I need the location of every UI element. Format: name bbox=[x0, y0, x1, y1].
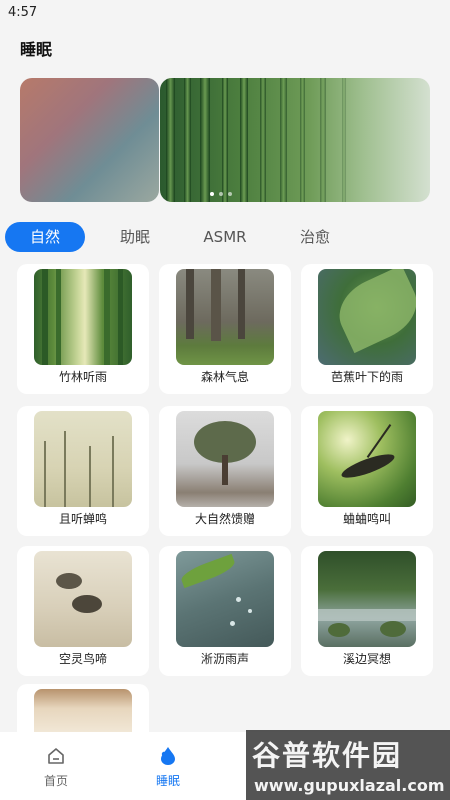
sound-card-bamboo-rain[interactable]: 竹林听雨 bbox=[17, 264, 149, 394]
thumbnail-image bbox=[318, 551, 416, 647]
thumbnail-image bbox=[34, 269, 132, 365]
watermark-logo-text: 谷普软件园 bbox=[252, 739, 403, 772]
thumbnail-image bbox=[176, 269, 274, 365]
sound-card-partial[interactable] bbox=[17, 684, 149, 732]
card-label: 竹林听雨 bbox=[58, 370, 107, 384]
sound-card-nature-gift[interactable]: 大自然馈赠 bbox=[159, 406, 291, 536]
sound-card-cicada[interactable]: 且听蝉鸣 bbox=[17, 406, 149, 536]
tab-sleep-aid[interactable]: 助眠 bbox=[95, 222, 175, 252]
banner-carousel[interactable] bbox=[20, 78, 430, 202]
card-label: 大自然馈赠 bbox=[194, 512, 255, 526]
sound-card-forest[interactable]: 森林气息 bbox=[159, 264, 291, 394]
nav-label-sleep: 睡眠 bbox=[155, 774, 180, 788]
thumbnail-image bbox=[176, 551, 274, 647]
carousel-dot bbox=[228, 192, 232, 196]
category-tabs: 自然 助眠 ASMR 治愈 bbox=[5, 222, 445, 252]
thumbnail-image bbox=[34, 551, 132, 647]
card-label: 淅沥雨声 bbox=[200, 652, 249, 666]
home-icon bbox=[46, 746, 66, 766]
sound-card-stream-meditation[interactable]: 溪边冥想 bbox=[301, 546, 433, 676]
card-label: 且听蝉鸣 bbox=[58, 512, 107, 526]
status-bar: 4:57 bbox=[0, 0, 450, 26]
nav-item-sleep[interactable]: 睡眠 bbox=[118, 732, 218, 800]
nav-label-home: 首页 bbox=[43, 774, 68, 788]
sound-card-bird-song[interactable]: 空灵鸟啼 bbox=[17, 546, 149, 676]
card-label: 空灵鸟啼 bbox=[58, 652, 107, 666]
card-label: 芭蕉叶下的雨 bbox=[330, 370, 403, 384]
card-label: 蛐蛐鸣叫 bbox=[342, 512, 391, 526]
carousel-dot bbox=[210, 192, 214, 196]
banner-slide-bamboo[interactable] bbox=[160, 78, 430, 202]
sleep-drop-icon bbox=[158, 746, 178, 766]
watermark-url: www.gupuxlazal.com bbox=[254, 776, 445, 795]
thumbnail-image bbox=[176, 411, 274, 507]
page-title: 睡眠 bbox=[20, 40, 53, 59]
watermark-overlay: 谷普软件园 www.gupuxlazal.com bbox=[246, 730, 450, 800]
thumbnail-image bbox=[34, 689, 132, 732]
card-label: 溪边冥想 bbox=[342, 652, 391, 666]
tab-asmr[interactable]: ASMR bbox=[185, 222, 265, 252]
thumbnail-image bbox=[318, 411, 416, 507]
tab-healing[interactable]: 治愈 bbox=[275, 222, 355, 252]
banner-slide-previous[interactable] bbox=[20, 78, 159, 202]
status-time: 4:57 bbox=[8, 5, 38, 20]
carousel-indicator bbox=[210, 192, 232, 196]
sound-card-cricket[interactable]: 蛐蛐鸣叫 bbox=[301, 406, 433, 536]
thumbnail-image bbox=[318, 269, 416, 365]
card-label: 森林气息 bbox=[200, 370, 249, 384]
nav-item-home[interactable]: 首页 bbox=[6, 732, 106, 800]
carousel-dot bbox=[219, 192, 223, 196]
tab-nature[interactable]: 自然 bbox=[5, 222, 85, 252]
sound-card-drizzle[interactable]: 淅沥雨声 bbox=[159, 546, 291, 676]
thumbnail-image bbox=[34, 411, 132, 507]
sound-card-banana-leaf-rain[interactable]: 芭蕉叶下的雨 bbox=[301, 264, 433, 394]
